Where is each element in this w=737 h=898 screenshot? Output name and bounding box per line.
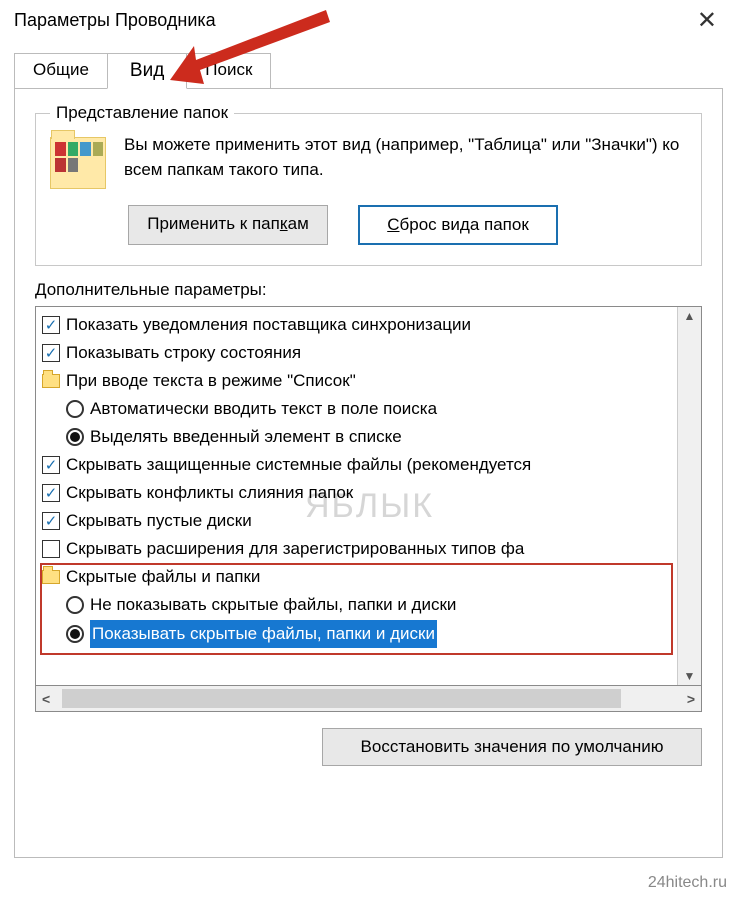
scroll-up-icon[interactable]: ▲ xyxy=(678,307,701,325)
checkbox-icon[interactable] xyxy=(42,316,60,334)
adv-item-1[interactable]: Показывать строку состояния xyxy=(42,339,673,367)
folder-icon xyxy=(50,137,106,189)
vertical-scrollbar[interactable]: ▲ ▼ xyxy=(677,307,701,685)
adv-item-label: При вводе текста в режиме "Список" xyxy=(66,367,356,395)
adv-item-7[interactable]: Скрывать пустые диски xyxy=(42,507,673,535)
attribution-text: 24hitech.ru xyxy=(648,874,727,892)
adv-item-6[interactable]: Скрывать конфликты слияния папок xyxy=(42,479,673,507)
close-icon[interactable]: ✕ xyxy=(687,6,727,35)
adv-item-label: Скрывать защищенные системные файлы (рек… xyxy=(66,451,531,479)
checkbox-icon[interactable] xyxy=(42,456,60,474)
adv-item-label: Скрывать расширения для зарегистрированн… xyxy=(66,535,524,563)
reset-folders-button[interactable]: Сброс вида папок xyxy=(358,205,558,245)
radio-icon[interactable] xyxy=(66,428,84,446)
scroll-down-icon[interactable]: ▼ xyxy=(678,667,701,685)
adv-item-10[interactable]: Не показывать скрытые файлы, папки и дис… xyxy=(42,591,673,619)
adv-item-3[interactable]: Автоматически вводить текст в поле поиск… xyxy=(42,395,673,423)
apply-btn-ul: к xyxy=(280,214,288,233)
adv-item-label: Автоматически вводить текст в поле поиск… xyxy=(90,395,437,423)
folder-icon xyxy=(42,374,60,388)
adv-item-label: Выделять введенный элемент в списке xyxy=(90,423,402,451)
adv-item-label: Показывать скрытые файлы, папки и диски xyxy=(90,620,437,648)
radio-icon[interactable] xyxy=(66,596,84,614)
folder-views-group: Представление папок Вы можете применить … xyxy=(35,103,702,266)
scroll-left-icon[interactable]: < xyxy=(42,691,50,707)
radio-icon[interactable] xyxy=(66,400,84,418)
adv-item-8[interactable]: Скрывать расширения для зарегистрированн… xyxy=(42,535,673,563)
adv-item-5[interactable]: Скрывать защищенные системные файлы (рек… xyxy=(42,451,673,479)
advanced-settings-list: Показать уведомления поставщика синхрони… xyxy=(35,306,702,686)
checkbox-icon[interactable] xyxy=(42,344,60,362)
checkbox-icon[interactable] xyxy=(42,484,60,502)
adv-item-label: Показывать строку состояния xyxy=(66,339,301,367)
adv-item-label: Скрывать пустые диски xyxy=(66,507,252,535)
reset-btn-ul: С xyxy=(387,215,399,234)
horizontal-scrollbar[interactable]: < > xyxy=(35,686,702,712)
advanced-settings-label: Дополнительные параметры: xyxy=(35,280,702,300)
folder-views-legend: Представление папок xyxy=(50,103,234,123)
adv-item-0[interactable]: Показать уведомления поставщика синхрони… xyxy=(42,311,673,339)
adv-item-4[interactable]: Выделять введенный элемент в списке xyxy=(42,423,673,451)
adv-item-11[interactable]: Показывать скрытые файлы, папки и диски xyxy=(42,620,673,648)
folder-icon xyxy=(42,570,60,584)
checkbox-icon[interactable] xyxy=(42,540,60,558)
adv-item-2[interactable]: При вводе текста в режиме "Список" xyxy=(42,367,673,395)
adv-item-label: Не показывать скрытые файлы, папки и дис… xyxy=(90,591,456,619)
apply-btn-post: ам xyxy=(288,214,309,233)
folder-views-description: Вы можете применить этот вид (например, … xyxy=(124,133,687,182)
apply-btn-pre: Применить к пап xyxy=(147,214,280,233)
radio-icon[interactable] xyxy=(66,625,84,643)
adv-item-label: Скрывать конфликты слияния папок xyxy=(66,479,353,507)
tab-bar: Общие Вид Поиск xyxy=(14,53,737,89)
tab-general[interactable]: Общие xyxy=(14,53,108,89)
adv-item-label: Показать уведомления поставщика синхрони… xyxy=(66,311,471,339)
adv-item-9[interactable]: Скрытые файлы и папки xyxy=(42,563,673,591)
adv-item-label: Скрытые файлы и папки xyxy=(66,563,260,591)
tab-search[interactable]: Поиск xyxy=(186,53,271,89)
scroll-right-icon[interactable]: > xyxy=(687,691,695,707)
window-title: Параметры Проводника xyxy=(14,10,216,31)
tab-panel-view: ЯБЛЫК Представление папок Вы можете прим… xyxy=(14,88,723,858)
apply-to-folders-button[interactable]: Применить к папкам xyxy=(128,205,328,245)
checkbox-icon[interactable] xyxy=(42,512,60,530)
restore-defaults-button[interactable]: Восстановить значения по умолчанию xyxy=(322,728,702,766)
tab-view[interactable]: Вид xyxy=(107,53,187,89)
reset-btn-post: брос вида папок xyxy=(400,215,529,234)
